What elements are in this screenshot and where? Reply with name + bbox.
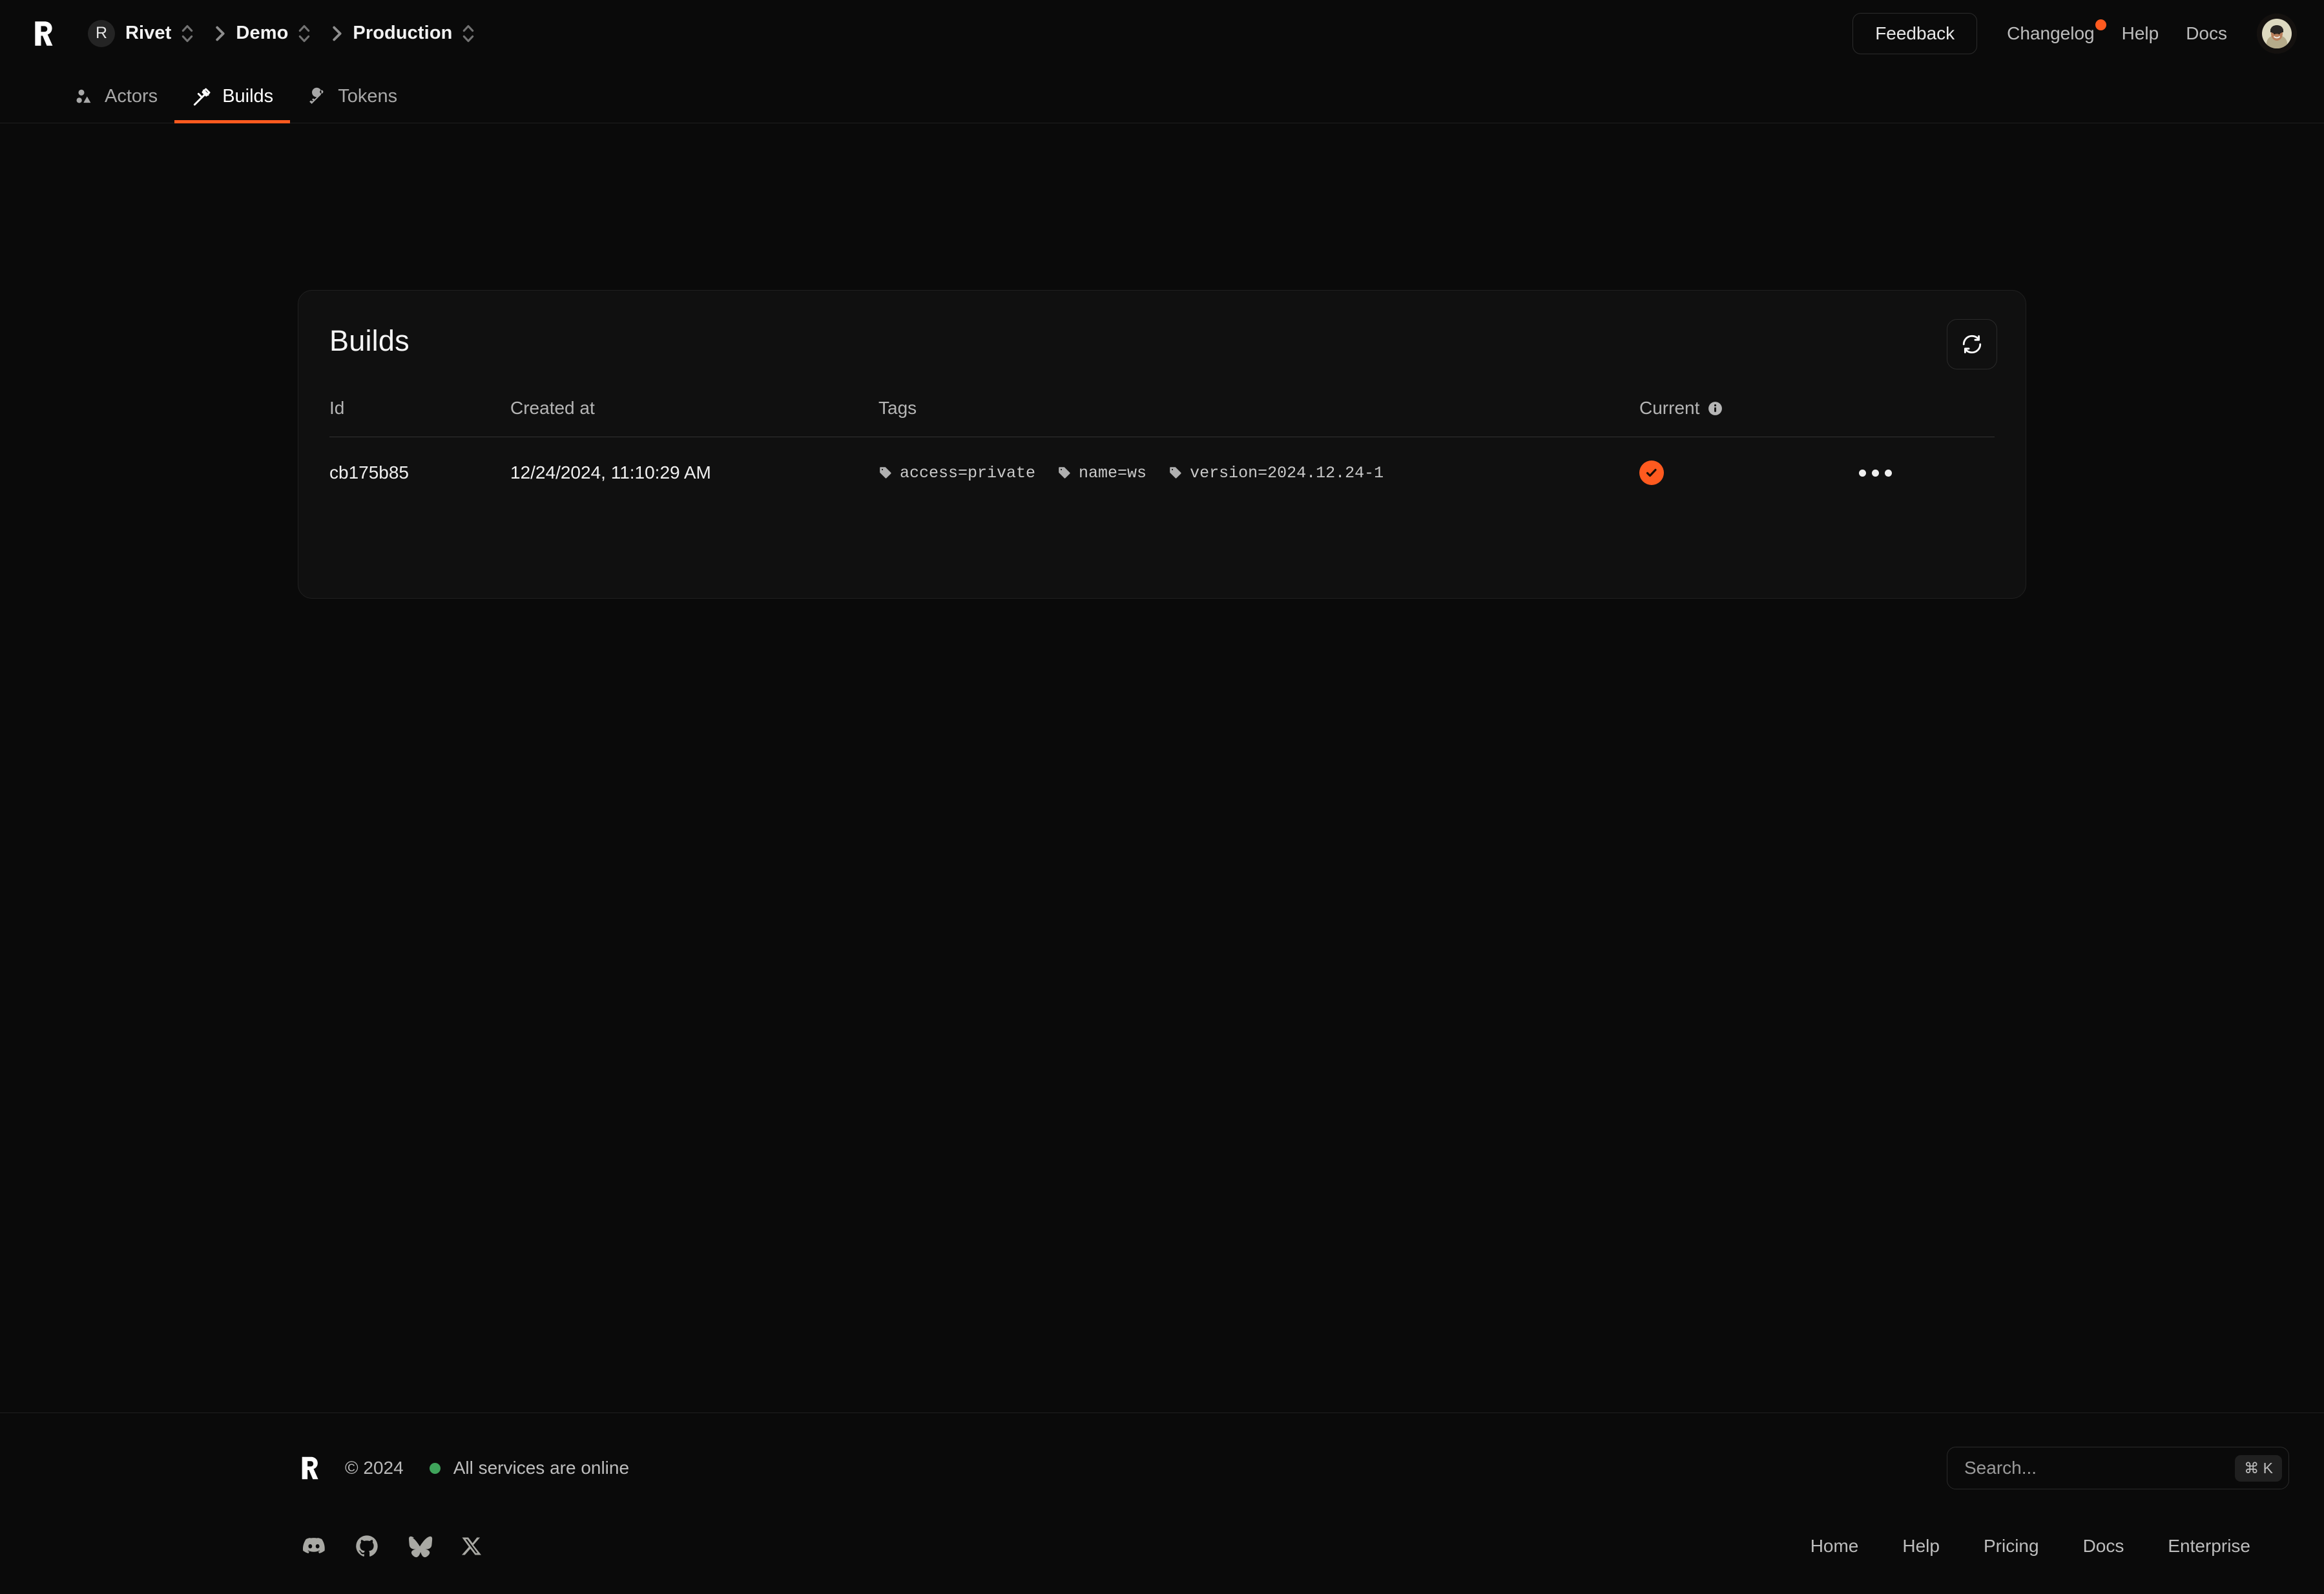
x-icon (462, 1537, 481, 1555)
column-header-tags: Tags (878, 398, 1639, 437)
changelog-label: Changelog (2007, 23, 2095, 43)
column-header-current: Current (1639, 398, 1852, 437)
chevron-up-down-icon[interactable] (296, 21, 313, 47)
row-menu-button[interactable] (1852, 463, 1898, 483)
ellipsis-icon (1885, 469, 1892, 477)
social-links (301, 1533, 483, 1559)
ellipsis-icon (1859, 469, 1866, 477)
tab-tokens-label: Tokens (338, 86, 398, 107)
tag-item: access=private (878, 464, 1035, 482)
cell-created-at: 12/24/2024, 11:10:29 AM (510, 462, 711, 482)
github-link[interactable] (354, 1533, 380, 1559)
changelog-link[interactable]: Changelog (2007, 19, 2106, 44)
rivet-logo-icon[interactable] (30, 17, 62, 50)
breadcrumb-environment[interactable]: Production (353, 23, 452, 44)
cell-current (1639, 437, 1852, 485)
tab-builds[interactable]: Builds (174, 86, 291, 123)
tag-item: version=2024.12.24-1 (1168, 464, 1384, 482)
tag-label: access=private (900, 463, 1036, 482)
table-row[interactable]: cb175b85 12/24/2024, 11:10:29 AM access=… (329, 437, 1995, 486)
column-header-current-label: Current (1639, 398, 1700, 418)
footer-top-row: © 2024 All services are online ⌘ K (0, 1447, 2324, 1489)
rivet-logo-icon[interactable] (297, 1453, 327, 1483)
tag-icon (1170, 467, 1181, 479)
cell-actions (1852, 437, 1995, 486)
tag-list: access=private name=ws version=2024.12.2… (878, 464, 1639, 482)
footer-links: Home Help Pricing Docs Enterprise (1810, 1536, 2289, 1557)
footer-link-help[interactable]: Help (1902, 1536, 1940, 1557)
breadcrumb-project-label: Demo (236, 23, 289, 43)
tag-item: name=ws (1057, 464, 1146, 482)
footer-link-home[interactable]: Home (1810, 1536, 1859, 1557)
changelog-notification-dot (2095, 19, 2106, 30)
builds-table: Id Created at Tags Current cb175b85 12/2… (329, 398, 1995, 485)
chevron-up-down-icon[interactable] (179, 21, 196, 47)
header-actions: Feedback Changelog Help Docs (1852, 12, 2297, 54)
main-content: Builds Id Created at Tags Current cb175b… (0, 123, 2324, 1413)
top-header: R Rivet Demo Production Feedback Changel… (0, 0, 2324, 67)
check-circle-icon (1646, 468, 1657, 477)
service-status: All services are online (429, 1458, 630, 1478)
help-link[interactable]: Help (2122, 23, 2159, 44)
breadcrumb: R Rivet Demo Production (88, 19, 484, 47)
tab-actors[interactable]: Actors (57, 86, 174, 123)
bluesky-link[interactable] (407, 1533, 433, 1559)
tab-tokens[interactable]: Tokens (290, 86, 414, 123)
docs-link[interactable]: Docs (2186, 23, 2227, 44)
x-link[interactable] (460, 1535, 483, 1558)
breadcrumb-project[interactable]: Demo (236, 23, 288, 44)
status-dot-icon (429, 1462, 441, 1474)
actors-icon (76, 89, 91, 103)
org-avatar-initial: R (88, 19, 115, 47)
search-input[interactable] (1964, 1458, 2236, 1478)
chevron-right-icon (216, 26, 225, 41)
tab-actors-label: Actors (105, 86, 158, 107)
page-title: Builds (329, 324, 410, 357)
footer: © 2024 All services are online ⌘ K (0, 1413, 2324, 1594)
github-icon (356, 1535, 378, 1557)
footer-link-pricing[interactable]: Pricing (1984, 1536, 2039, 1557)
builds-table-body: cb175b85 12/24/2024, 11:10:29 AM access=… (329, 437, 1995, 486)
footer-link-enterprise[interactable]: Enterprise (2168, 1536, 2250, 1557)
tag-label: name=ws (1079, 463, 1147, 482)
footer-bottom-row: Home Help Pricing Docs Enterprise (0, 1533, 2324, 1559)
search-shortcut-badge: ⌘ K (2235, 1454, 2282, 1482)
builds-card: Builds Id Created at Tags Current cb175b… (298, 290, 2026, 599)
info-icon[interactable] (1707, 400, 1723, 417)
feedback-button[interactable]: Feedback (1852, 12, 1978, 54)
user-avatar[interactable] (2257, 13, 2297, 54)
status-text: All services are online (453, 1458, 630, 1478)
hammer-icon (194, 88, 211, 105)
discord-icon (302, 1538, 325, 1554)
footer-link-docs[interactable]: Docs (2083, 1536, 2124, 1557)
tag-icon (880, 467, 891, 479)
refresh-icon (1962, 335, 1982, 354)
app-root: R Rivet Demo Production Feedback Changel… (0, 0, 2324, 1594)
builds-card-header: Builds (298, 291, 2026, 369)
table-header-row: Id Created at Tags Current (329, 398, 1995, 437)
tab-bar: Actors Builds Tokens (0, 67, 2324, 123)
key-icon (309, 87, 324, 104)
bluesky-icon (409, 1536, 433, 1558)
chevron-up-down-icon[interactable] (460, 21, 477, 47)
builds-table-head: Id Created at Tags Current (329, 398, 1995, 437)
column-header-created-at: Created at (510, 398, 878, 437)
tag-label: version=2024.12.24-1 (1190, 463, 1384, 482)
ellipsis-icon (1872, 469, 1879, 477)
search-box[interactable]: ⌘ K (1947, 1447, 2289, 1489)
chevron-right-icon (333, 26, 342, 41)
tag-icon (1059, 467, 1070, 479)
copyright-text: © 2024 (345, 1458, 404, 1478)
status-badge (1639, 461, 1664, 485)
cell-tags: access=private name=ws version=2024.12.2… (878, 437, 1639, 486)
breadcrumb-environment-label: Production (353, 23, 453, 43)
column-header-id: Id (329, 398, 510, 437)
column-header-actions (1852, 398, 1995, 437)
refresh-button[interactable] (1947, 319, 1997, 369)
breadcrumb-org-label: Rivet (125, 23, 172, 43)
discord-link[interactable] (301, 1533, 327, 1559)
breadcrumb-org[interactable]: R Rivet (88, 19, 172, 47)
cell-build-id: cb175b85 (329, 462, 410, 482)
tab-builds-label: Builds (222, 86, 274, 107)
